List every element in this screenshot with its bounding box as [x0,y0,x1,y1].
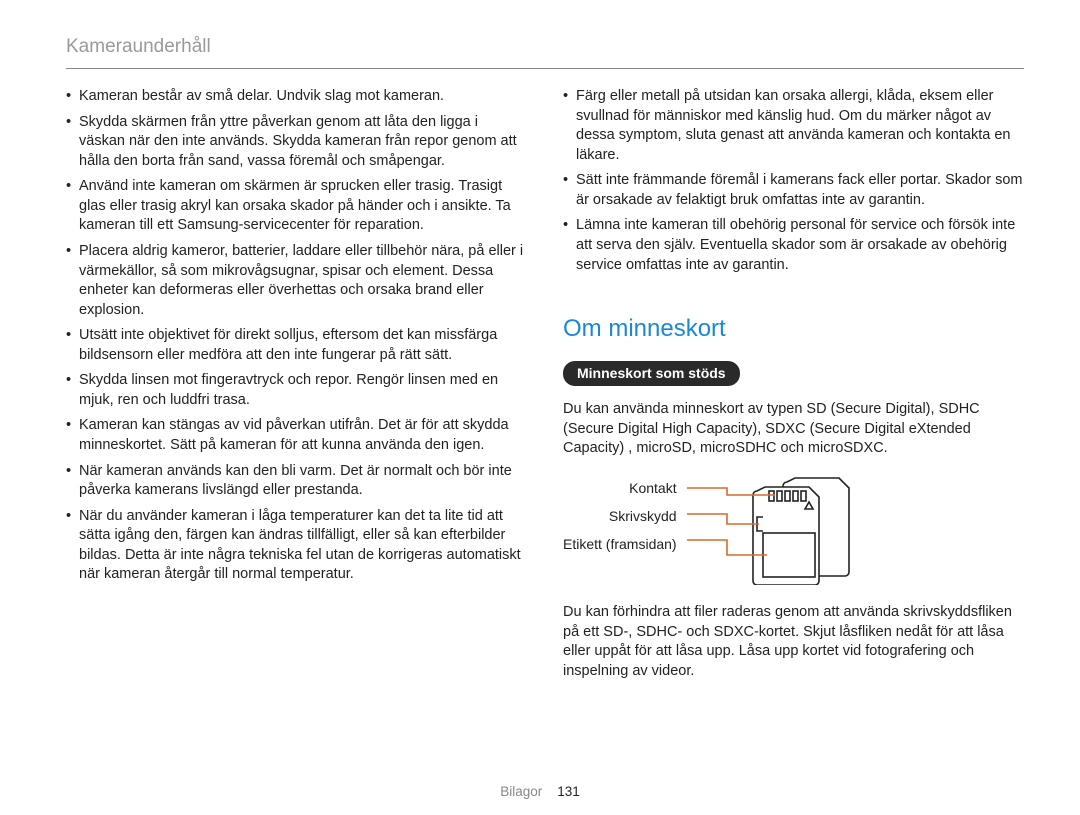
memory-outro: Du kan förhindra att filer raderas genom… [563,603,1024,681]
footer-page-number: 131 [557,784,580,799]
left-column: Kameran består av små delar. Undvik slag… [66,87,527,687]
right-column: Färg eller metall på utsidan kan orsaka … [563,87,1024,687]
list-item: Utsätt inte objektivet för direkt sollju… [66,326,527,365]
diagram-labels: Kontakt Skrivskydd Etikett (framsidan) [563,475,677,557]
list-item: Skydda skärmen från yttre påverkan genom… [66,113,527,172]
sd-card-icon [687,475,877,585]
list-item: Kameran består av små delar. Undvik slag… [66,87,527,107]
left-bullet-list: Kameran består av små delar. Undvik slag… [66,87,527,585]
list-item: Sätt inte främmande föremål i kamerans f… [563,171,1024,210]
list-item: Använd inte kameran om skärmen är spruck… [66,177,527,236]
columns: Kameran består av små delar. Undvik slag… [66,87,1024,687]
subsection-pill: Minneskort som stöds [563,361,740,386]
list-item: Färg eller metall på utsidan kan orsaka … [563,87,1024,165]
page-header: Kameraunderhåll [66,36,1024,58]
list-item: Kameran kan stängas av vid påverkan utif… [66,416,527,455]
list-item: När kameran används kan den bli varm. De… [66,462,527,501]
list-item: När du använder kameran i låga temperatu… [66,507,527,585]
divider [66,68,1024,69]
list-item: Lämna inte kameran till obehörig persona… [563,216,1024,275]
list-item: Placera aldrig kameror, batterier, ladda… [66,242,527,320]
memory-intro: Du kan använda minneskort av typen SD (S… [563,400,1024,459]
section-title: Om minneskort [563,313,1024,345]
sd-diagram: Kontakt Skrivskydd Etikett (framsidan) [563,475,1024,585]
list-item: Skydda linsen mot fingeravtryck och repo… [66,371,527,410]
right-bullet-list: Färg eller metall på utsidan kan orsaka … [563,87,1024,275]
footer: Bilagor 131 [0,784,1080,799]
label-label-front: Etikett (framsidan) [563,531,677,557]
footer-section: Bilagor [500,784,542,799]
label-write-protect: Skrivskydd [563,503,677,529]
page: Kameraunderhåll Kameran består av små de… [0,0,1080,815]
label-contact: Kontakt [563,475,677,501]
